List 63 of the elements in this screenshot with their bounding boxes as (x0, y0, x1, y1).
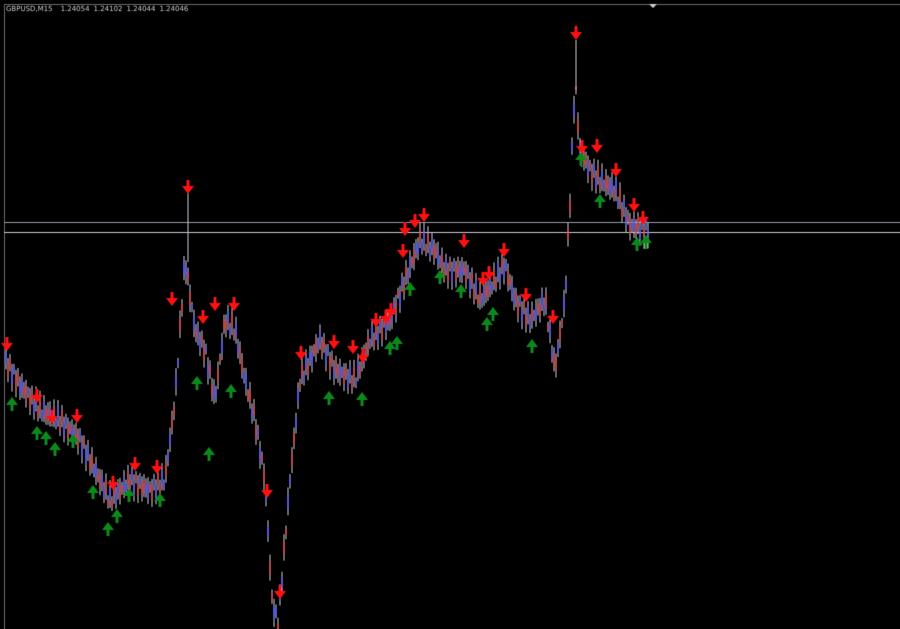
down-arrow-icon (166, 292, 178, 306)
up-arrow-icon (323, 391, 335, 405)
up-arrow-icon (631, 237, 643, 251)
down-arrow-icon (520, 288, 532, 302)
up-arrow-icon (191, 376, 203, 390)
up-arrow-icon (102, 522, 114, 536)
up-arrow-icon (391, 336, 403, 350)
up-arrow-icon (203, 447, 215, 461)
up-arrow-icon (6, 397, 18, 411)
down-arrow-icon (498, 243, 510, 257)
up-arrow-icon (111, 509, 123, 523)
up-arrow-icon (481, 317, 493, 331)
down-arrow-icon (458, 234, 470, 248)
down-arrow-icon (347, 340, 359, 354)
up-arrow-icon (526, 339, 538, 353)
up-arrow-icon (640, 235, 652, 249)
down-arrow-icon (182, 180, 194, 194)
down-arrow-icon (370, 313, 382, 327)
down-arrow-icon (151, 460, 163, 474)
up-arrow-icon (487, 307, 499, 321)
down-arrow-icon (418, 208, 430, 222)
down-arrow-icon (637, 211, 649, 225)
down-arrow-icon (197, 310, 209, 324)
up-arrow-icon (225, 384, 237, 398)
up-arrow-icon (356, 392, 368, 406)
down-arrow-icon (483, 266, 495, 280)
down-arrow-icon (209, 297, 221, 311)
down-arrow-icon (357, 349, 369, 363)
up-arrow-icon (594, 194, 606, 208)
down-arrow-icon (228, 297, 240, 311)
down-arrow-icon (399, 222, 411, 236)
down-arrow-icon (409, 214, 421, 228)
up-arrow-icon (31, 426, 43, 440)
down-arrow-icon (610, 163, 622, 177)
up-arrow-icon (404, 282, 416, 296)
down-arrow-icon (1, 337, 13, 351)
down-arrow-icon (274, 585, 286, 599)
up-arrow-icon (575, 152, 587, 166)
up-arrow-icon (40, 431, 52, 445)
up-arrow-icon (49, 442, 61, 456)
down-arrow-icon (129, 457, 141, 471)
down-arrow-icon (628, 198, 640, 212)
down-arrow-icon (261, 484, 273, 498)
down-arrow-icon (591, 139, 603, 153)
up-arrow-icon (434, 270, 446, 284)
up-arrow-icon (455, 284, 467, 298)
up-arrow-icon (154, 493, 166, 507)
down-arrow-icon (31, 389, 43, 403)
down-arrow-icon (397, 244, 409, 258)
down-arrow-icon (570, 26, 582, 40)
down-arrow-icon (107, 476, 119, 490)
down-arrow-icon (547, 310, 559, 324)
scroll-marker-icon[interactable] (649, 4, 657, 8)
down-arrow-icon (328, 335, 340, 349)
up-arrow-icon (123, 488, 135, 502)
down-arrow-icon (46, 410, 58, 424)
up-arrow-icon (67, 434, 79, 448)
down-arrow-icon (385, 303, 397, 317)
down-arrow-icon (295, 346, 307, 360)
up-arrow-icon (87, 485, 99, 499)
up-arrow-icon (384, 341, 396, 355)
down-arrow-icon (71, 409, 83, 423)
down-arrow-icon (576, 140, 588, 154)
